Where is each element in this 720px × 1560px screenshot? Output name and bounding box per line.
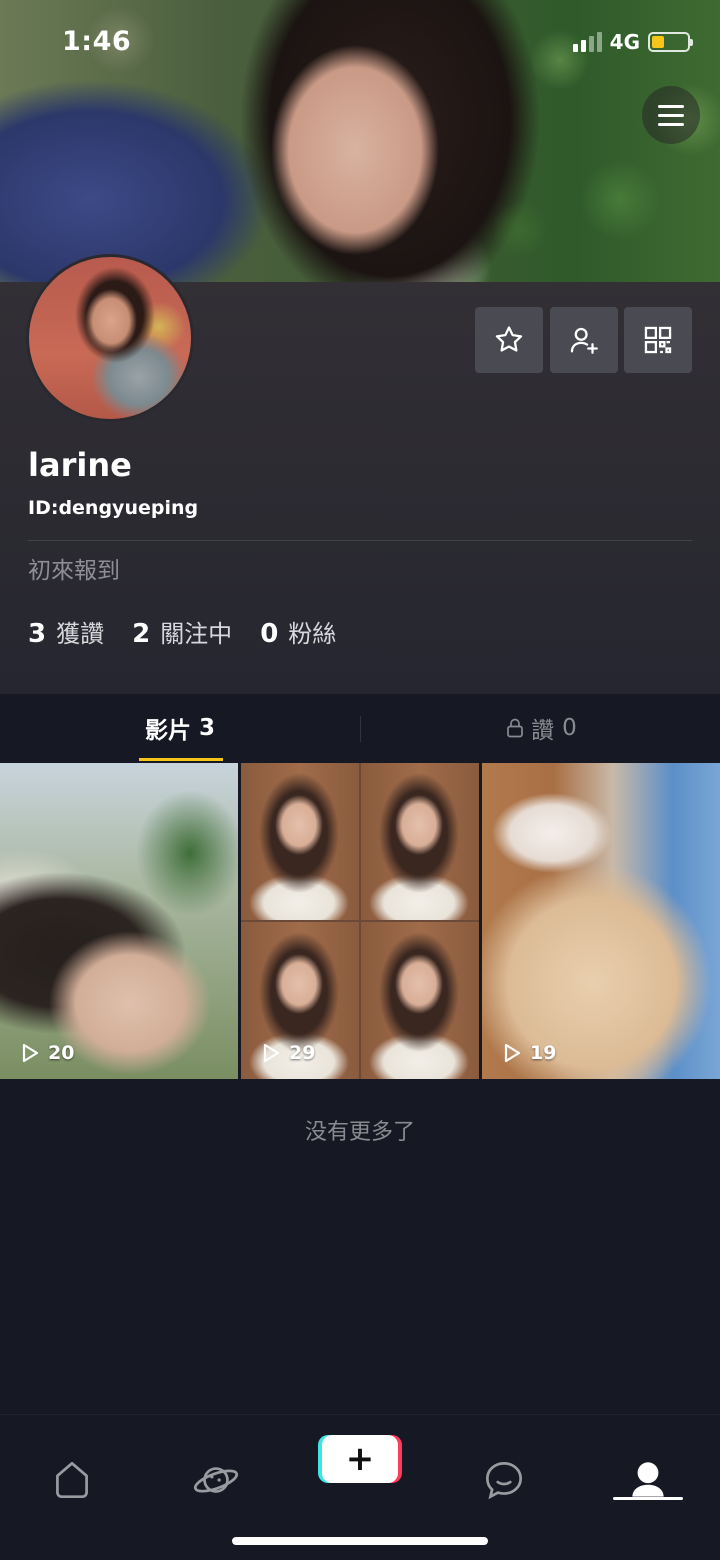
stats-row: 3 獲讚 2 關注中 0 粉絲 [28,614,336,649]
nav-discover[interactable] [166,1435,266,1525]
content-tabs: 影片 3 讚 0 [0,694,720,762]
discover-planet-icon [193,1467,239,1493]
video-thumbnail[interactable]: 19 [482,763,720,1079]
stat-likes-label: 獲讚 [56,620,105,648]
view-count: 19 [500,1041,556,1065]
end-of-list-text: 没有更多了 [304,1120,415,1145]
nav-active-indicator [613,1497,683,1500]
view-count: 20 [18,1041,74,1065]
nav-messages[interactable] [454,1435,554,1525]
hamburger-icon [658,104,684,108]
avatar[interactable] [26,254,194,422]
user-id: ID:dengyueping [28,497,199,519]
view-count-value: 19 [530,1042,557,1064]
bottom-nav: + [0,1414,720,1560]
stat-likes-value: 3 [28,619,47,649]
tab-active-indicator [139,758,223,761]
home-icon [56,1461,88,1499]
video-thumbnail[interactable]: 29 [241,763,479,1079]
stat-followers-label: 粉絲 [288,620,337,648]
home-indicator[interactable] [232,1537,488,1545]
network-type: 4G [609,30,640,54]
add-friend-button[interactable] [550,307,618,373]
nav-home[interactable] [22,1435,122,1525]
video-thumbnail[interactable]: 20 [0,763,238,1079]
hamburger-icon-line [658,122,684,126]
star-icon [495,326,523,352]
view-count-value: 20 [48,1042,75,1064]
tab-videos[interactable]: 影片 3 [0,694,360,762]
stat-following-label: 關注中 [160,620,233,648]
status-indicators: 4G [572,30,693,54]
nav-profile[interactable] [598,1435,698,1525]
tab-likes-label: 讚 [531,718,555,744]
tab-videos-label: 影片 [144,718,191,744]
bio[interactable]: 初來報到 [28,551,120,585]
signal-icon [572,32,602,52]
stat-followers[interactable]: 0 粉絲 [260,614,336,649]
video-grid: 20 29 19 [0,763,720,1079]
stat-following-value: 2 [132,619,151,649]
qr-code-icon [644,326,672,354]
battery-level [652,36,664,48]
menu-button[interactable] [642,86,700,144]
stat-following[interactable]: 2 關注中 [132,614,232,649]
play-icon [263,1043,280,1063]
stat-followers-value: 0 [260,619,279,649]
message-icon [485,1461,523,1500]
tab-likes[interactable]: 讚 0 [360,694,720,762]
tab-likes-count: 0 [562,715,577,741]
qr-code-button[interactable] [624,307,692,373]
thumbnail-frame [241,763,359,920]
tab-videos-count: 3 [198,715,215,741]
username: larine [28,446,132,484]
lock-icon [507,718,524,738]
battery-icon [648,32,693,52]
divider [28,540,692,541]
create-plus-icon: + [345,1439,375,1479]
play-icon [504,1043,521,1063]
favorites-button[interactable] [475,307,543,373]
create-button[interactable]: + [322,1435,398,1483]
view-count-value: 29 [289,1042,316,1064]
hamburger-icon-line [658,113,684,117]
view-count: 29 [259,1041,315,1065]
thumbnail-frame [361,922,479,1079]
add-user-icon [570,327,598,354]
play-icon [22,1043,39,1063]
stat-likes[interactable]: 3 獲讚 [28,614,104,649]
thumbnail-frame [361,763,479,920]
status-time: 1:46 [62,26,132,57]
